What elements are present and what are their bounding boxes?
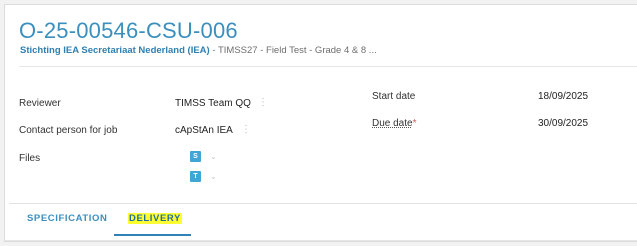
tab-delivery-label: DELIVERY — [128, 213, 182, 224]
contact-person-value[interactable]: cApStAn IEA — [175, 125, 233, 136]
reviewer-more-icon[interactable]: ⋮ — [258, 97, 268, 108]
tab-delivery[interactable]: DELIVERY — [128, 213, 182, 224]
chevron-down-icon[interactable]: ⌄ — [210, 152, 217, 161]
header-divider — [19, 66, 637, 67]
due-date-label: Due date* — [372, 118, 417, 129]
file-t-icon[interactable]: T — [190, 171, 201, 182]
tabs-divider — [9, 203, 637, 204]
reviewer-value[interactable]: TIMSS Team QQ — [175, 98, 251, 109]
due-date-value: 30/09/2025 — [538, 118, 589, 129]
required-marker: * — [412, 118, 417, 129]
due-date-text: Due date — [372, 118, 413, 129]
job-subtitle: Stichting IEA Secretariaat Nederland (IE… — [20, 45, 377, 56]
contact-person-label: Contact person for job — [19, 125, 118, 136]
project-info: - TIMSS27 - Field Test - Grade 4 & 8 ... — [209, 45, 377, 56]
file-s-icon[interactable]: S — [190, 151, 201, 162]
start-date-value: 18/09/2025 — [538, 91, 589, 102]
client-name[interactable]: Stichting IEA Secretariaat Nederland (IE… — [20, 45, 210, 56]
files-label: Files — [19, 153, 41, 164]
page-title: O-25-00546-CSU-006 — [19, 18, 238, 43]
chevron-down-icon[interactable]: ⌄ — [210, 172, 217, 181]
card-bottom-border — [5, 240, 637, 241]
start-date-label: Start date — [372, 91, 416, 102]
reviewer-label: Reviewer — [19, 98, 61, 109]
contact-more-icon[interactable]: ⋮ — [241, 124, 251, 135]
active-tab-indicator — [114, 234, 191, 236]
tab-specification[interactable]: SPECIFICATION — [27, 213, 107, 224]
job-card: O-25-00546-CSU-006 Stichting IEA Secreta… — [4, 4, 637, 242]
